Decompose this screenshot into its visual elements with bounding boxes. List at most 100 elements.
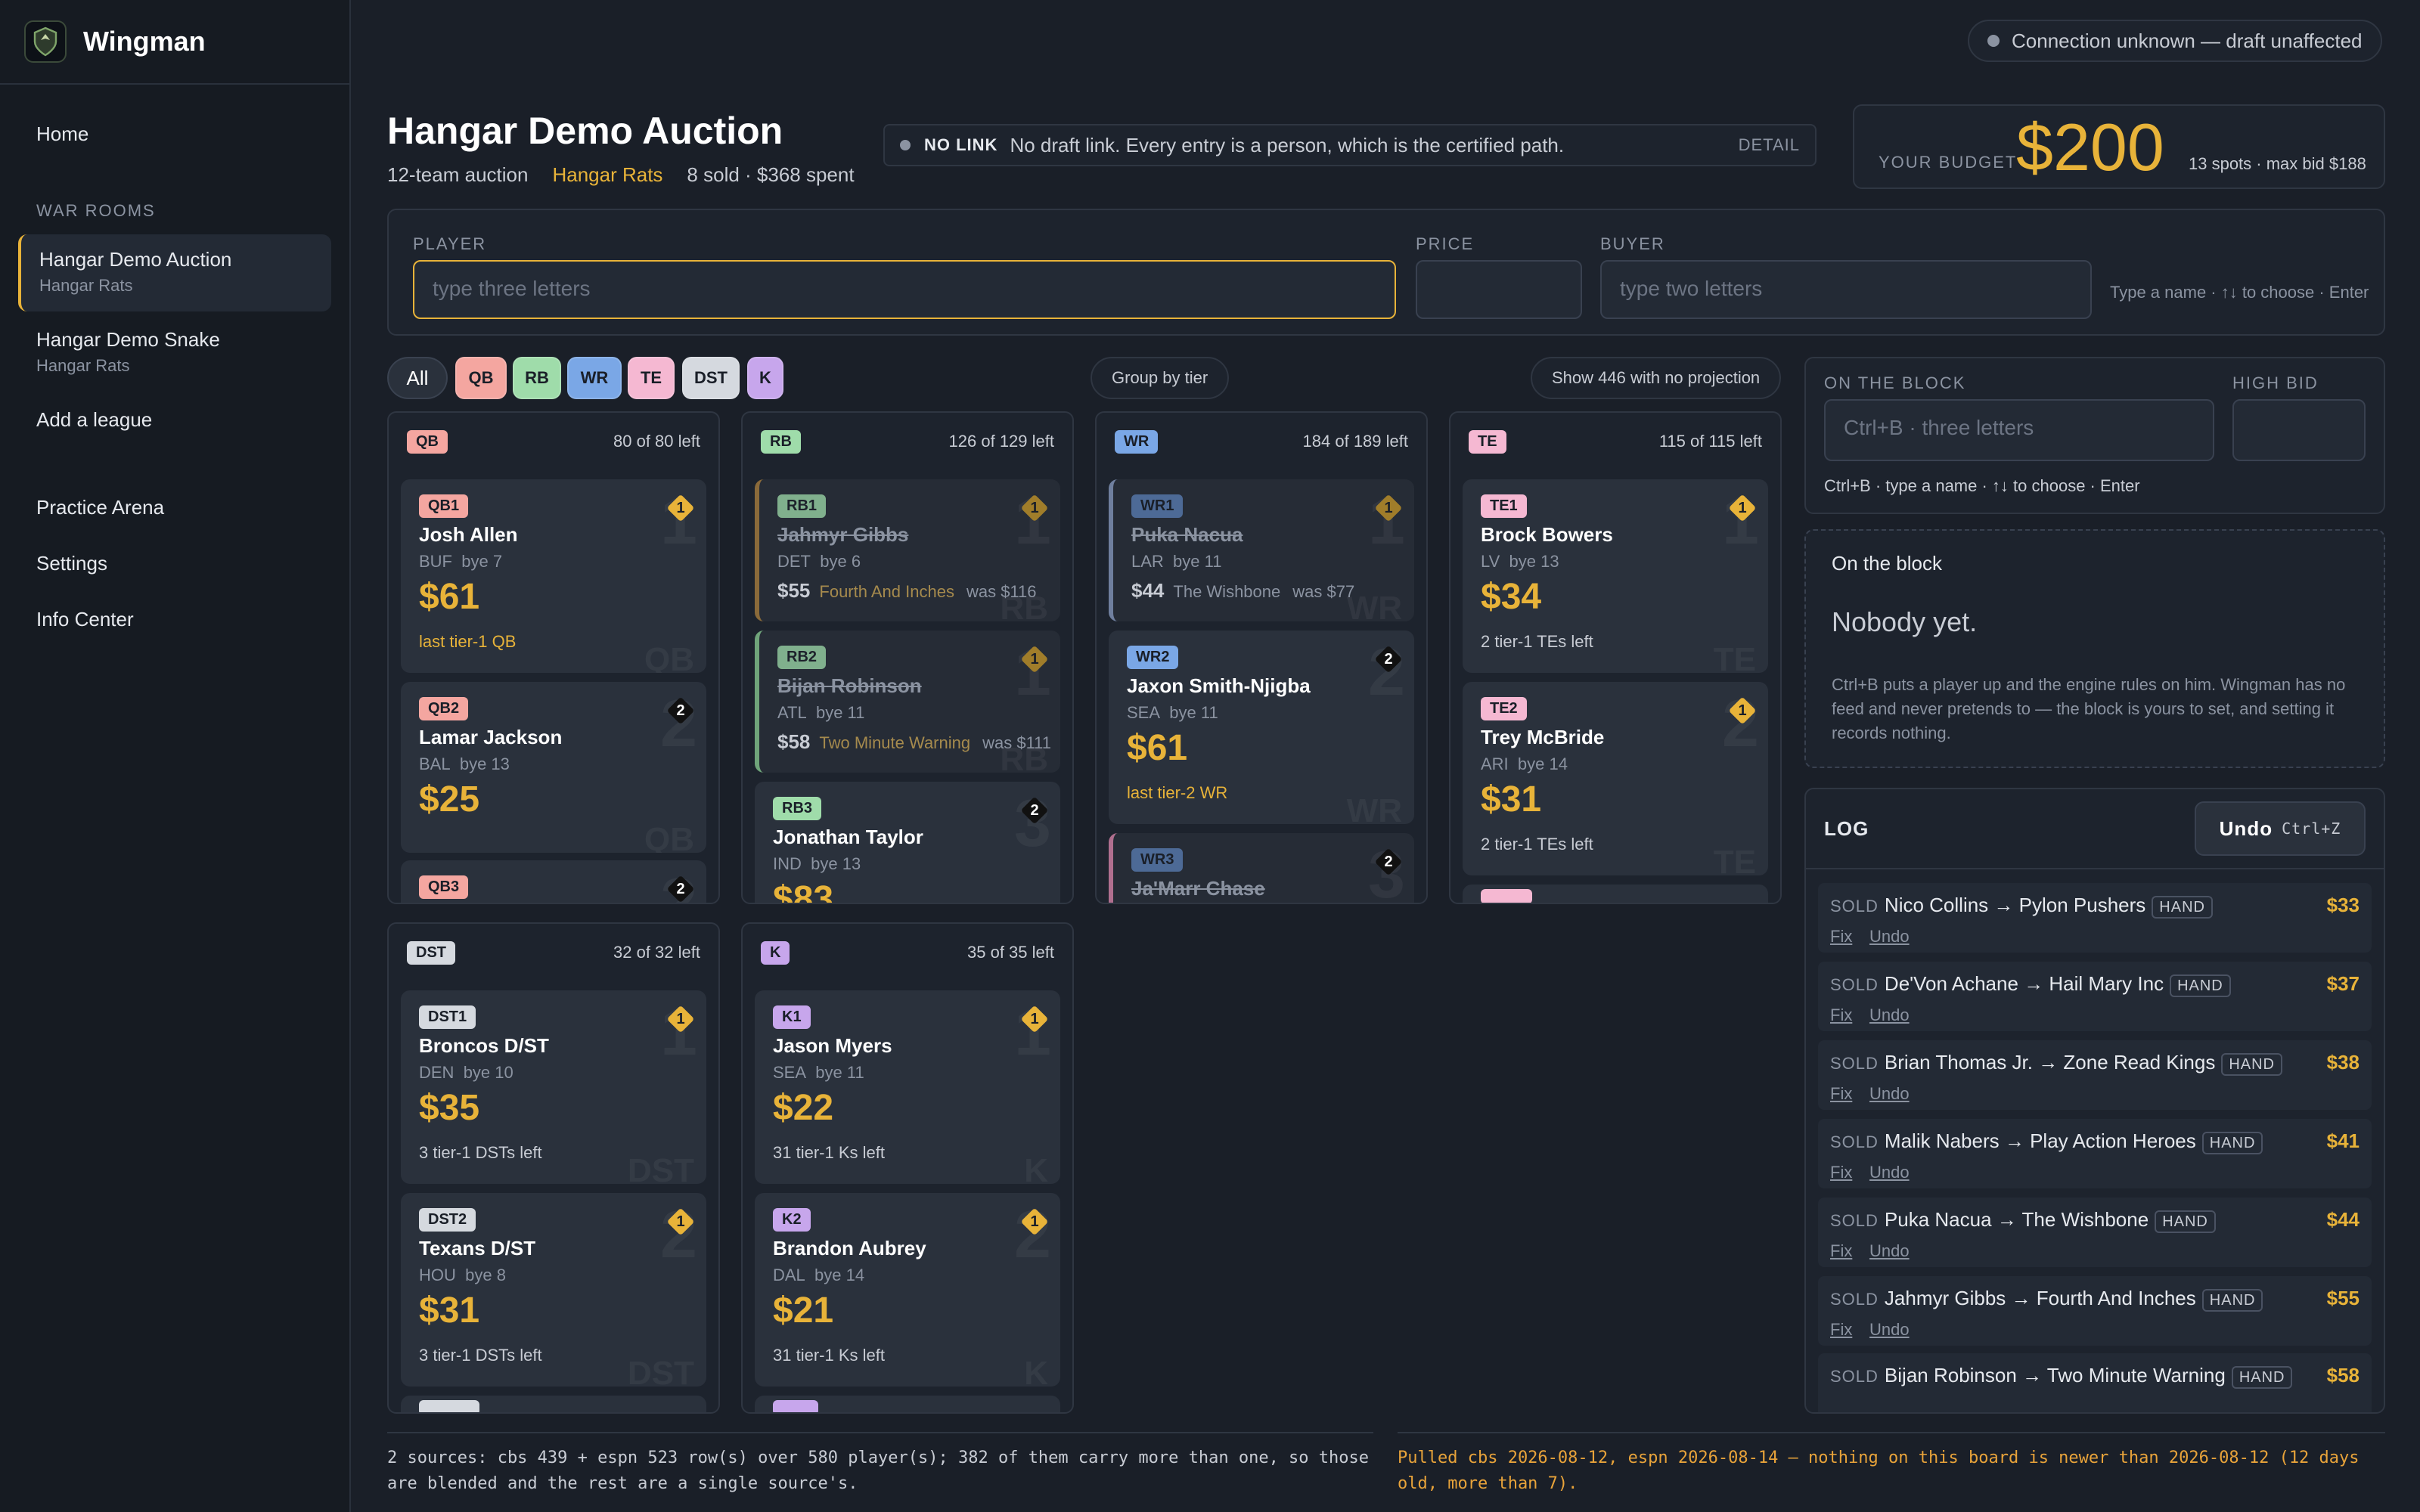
link-detail-button[interactable]: DETAIL xyxy=(1739,135,1800,155)
player-card[interactable]: 2 DST DST2 1 Texans D/ST HOU bye 8 $31 3 … xyxy=(401,1193,706,1387)
column-header: WR 184 of 189 left xyxy=(1097,413,1426,470)
player-name: Jonathan Taylor xyxy=(773,826,923,848)
pos-badge: WR xyxy=(1115,429,1159,454)
player-team: DEN bye 10 xyxy=(419,1063,513,1082)
player-card[interactable]: 2 QB QB2 2 Lamar Jackson BAL bye 13 $25 xyxy=(401,682,706,853)
log-row: SOLD Nico Collins → Pylon Pushers HAND $33 F… xyxy=(1818,883,2372,953)
fix-link[interactable]: Fix xyxy=(1830,927,1852,947)
show-no-projection-button[interactable]: Show 446 with no projection xyxy=(1531,357,1782,399)
player-price: $83 xyxy=(773,879,834,904)
player-name: Brandon Aubrey xyxy=(773,1237,926,1259)
sold-info: $58 Two Minute Warning was $111 xyxy=(777,730,1052,753)
player-card[interactable]: 2 TE TE2 1 Trey McBride ARI bye 14 $31 2 … xyxy=(1463,682,1768,875)
player-card[interactable] xyxy=(401,1396,706,1412)
card-note: 3 tier-1 DSTs left xyxy=(419,1346,542,1365)
tier-diamond-icon: 1 xyxy=(1729,697,1756,724)
player-card-sold[interactable]: 1 RB RB2 1 Bijan Robinson ATL bye 11 $58 T… xyxy=(755,631,1060,773)
buyer-input[interactable]: type two letters xyxy=(1600,260,2092,319)
bg-pos-label: DST xyxy=(628,1355,694,1387)
undo-link[interactable]: Undo xyxy=(1869,1320,1910,1340)
filter-k[interactable]: K xyxy=(747,357,783,399)
filter-all[interactable]: All xyxy=(387,357,448,399)
player-card[interactable]: 1 DST DST1 1 Broncos D/ST DEN bye 10 $35 … xyxy=(401,990,706,1184)
left-count: 35 of 35 left xyxy=(967,943,1054,962)
player-team: ARI bye 14 xyxy=(1481,754,1568,773)
log-title: LOG xyxy=(1824,816,1869,840)
pos-badge: DST xyxy=(407,940,455,965)
rank-badge xyxy=(773,1400,818,1412)
card-note: 2 tier-1 TEs left xyxy=(1481,835,1593,854)
budget-note: 13 spots · max bid $188 xyxy=(2189,154,2366,173)
group-by-tier-button[interactable]: Group by tier xyxy=(1091,357,1230,399)
sold-info: $44 The Wishbone was $77 xyxy=(1131,579,1355,602)
tier-diamond-icon: 1 xyxy=(1375,494,1402,522)
on-the-block-panel: ON THE BLOCK Ctrl+B · three letters HIGH… xyxy=(1804,357,2385,514)
fix-link[interactable]: Fix xyxy=(1830,1320,1852,1340)
player-price: $61 xyxy=(1127,728,1188,768)
fix-link[interactable]: Fix xyxy=(1830,1005,1852,1025)
nav-home[interactable]: Home xyxy=(36,122,88,146)
nav-add-league[interactable]: Add a league xyxy=(36,408,152,432)
rank-badge: K1 xyxy=(773,1005,811,1029)
undo-link[interactable]: Undo xyxy=(1869,1084,1910,1104)
player-card[interactable] xyxy=(755,1396,1060,1412)
player-card[interactable]: 1 QB QB1 1 Josh Allen BUF bye 7 $61 last … xyxy=(401,479,706,673)
player-card-sold[interactable]: 1 RB RB1 1 Jahmyr Gibbs DET bye 6 $55 Four… xyxy=(755,479,1060,621)
player-card[interactable]: 3 RB3 2 Jonathan Taylor IND bye 13 $83 xyxy=(755,782,1060,904)
filter-wr[interactable]: WR xyxy=(567,357,622,399)
player-card[interactable]: 2 WR WR2 2 Jaxon Smith-Njigba SEA bye 11 … xyxy=(1109,631,1414,824)
undo-link[interactable]: Undo xyxy=(1869,1163,1910,1182)
block-player-input[interactable]: Ctrl+B · three letters xyxy=(1824,399,2214,461)
fix-link[interactable]: Fix xyxy=(1830,1163,1852,1182)
filter-dst[interactable]: DST xyxy=(682,357,740,399)
undo-button[interactable]: Undo Ctrl+Z xyxy=(2195,801,2366,856)
nav-settings[interactable]: Settings xyxy=(36,552,107,575)
player-card-sold[interactable]: 1 WR WR1 1 Puka Nacua LAR bye 11 $44 The W… xyxy=(1109,479,1414,621)
room-hangar-demo-auction[interactable]: Hangar Demo Auction Hangar Rats xyxy=(18,234,331,311)
player-team: HOU bye 8 xyxy=(419,1266,506,1284)
player-team: ATL bye 11 xyxy=(777,703,865,722)
nav-practice-arena[interactable]: Practice Arena xyxy=(36,496,164,519)
card-note: 3 tier-1 DSTs left xyxy=(419,1143,542,1162)
undo-link[interactable]: Undo xyxy=(1869,927,1910,947)
player-price: $25 xyxy=(419,779,480,820)
player-name: Trey McBride xyxy=(1481,726,1605,748)
player-name: Brock Bowers xyxy=(1481,523,1613,546)
room-hangar-demo-snake[interactable]: Hangar Demo Snake Hangar Rats xyxy=(18,314,331,392)
price-input[interactable] xyxy=(1416,260,1582,319)
card-note: 2 tier-1 TEs left xyxy=(1481,632,1593,651)
nav-info-center[interactable]: Info Center xyxy=(36,608,134,631)
room-sub: Hangar Rats xyxy=(39,276,133,295)
draft-link-banner: NO LINK No draft link. Every entry is a … xyxy=(883,124,1817,166)
player-card[interactable]: 2K K2 1 Brandon Aubrey DAL bye 14 $21 31… xyxy=(755,1193,1060,1387)
block-status-card: On the block Nobody yet. Ctrl+B puts a p… xyxy=(1804,529,2385,768)
player-name: Josh Allen xyxy=(419,523,518,546)
player-team: BUF bye 7 xyxy=(419,552,503,571)
player-card[interactable] xyxy=(1463,885,1768,903)
player-team: DET bye 6 xyxy=(777,552,861,571)
filter-te[interactable]: TE xyxy=(628,357,675,399)
player-card-sold[interactable]: 3 WR3 2 Ja'Marr Chase xyxy=(1109,833,1414,903)
player-card[interactable]: 1 TE TE1 1 Brock Bowers LV bye 13 $34 2 t… xyxy=(1463,479,1768,673)
filter-qb[interactable]: QB xyxy=(455,357,507,399)
tier-diamond-icon: 1 xyxy=(1021,494,1048,522)
high-bid-input[interactable] xyxy=(2232,399,2366,461)
tier-diamond-icon: 2 xyxy=(667,697,694,724)
fix-link[interactable]: Fix xyxy=(1830,1084,1852,1104)
bg-pos-label: QB xyxy=(644,821,694,853)
nav-section-war-rooms: WAR ROOMS xyxy=(36,201,156,220)
undo-shortcut: Ctrl+Z xyxy=(2282,820,2341,838)
pos-badge: RB xyxy=(761,429,801,454)
link-text: No draft link. Every entry is a person, … xyxy=(1010,133,1565,156)
undo-link[interactable]: Undo xyxy=(1869,1241,1910,1261)
filter-rb[interactable]: RB xyxy=(513,357,561,399)
player-card[interactable]: 2 QB3 2 xyxy=(401,860,706,903)
rank-badge: WR1 xyxy=(1131,494,1184,518)
undo-link[interactable]: Undo xyxy=(1869,1005,1910,1025)
player-team: LAR bye 11 xyxy=(1131,552,1222,571)
player-card[interactable]: 1K K1 1 Jason Myers SEA bye 11 $22 31 ti… xyxy=(755,990,1060,1184)
fix-link[interactable]: Fix xyxy=(1830,1241,1852,1261)
log-row: SOLD Bijan Robinson → Two Minute Warning H… xyxy=(1818,1353,2372,1412)
player-input[interactable]: type three letters xyxy=(413,260,1396,319)
player-team: LV bye 13 xyxy=(1481,552,1559,571)
